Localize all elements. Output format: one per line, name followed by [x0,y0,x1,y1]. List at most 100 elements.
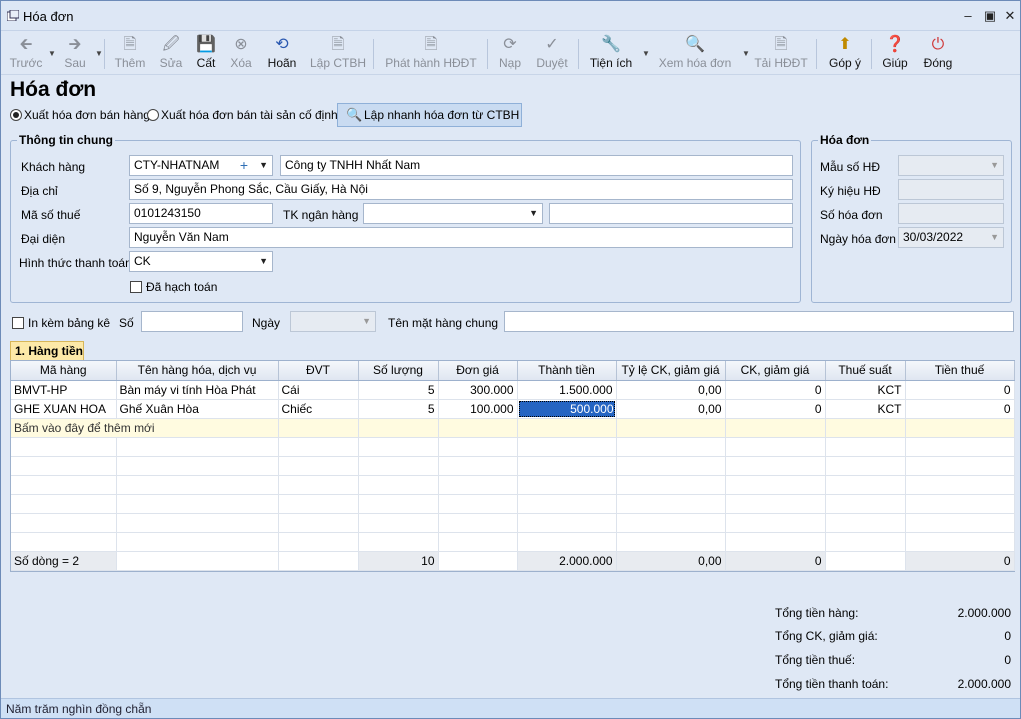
total-payment-value: 2.000.000 [957,677,1011,691]
customer-code-field[interactable]: CTY-NHATNAM + ▼ [129,155,273,176]
symbol-field[interactable] [898,179,1004,200]
next-dropdown-icon[interactable]: ▼ [95,49,103,58]
col-discount[interactable]: CK, giảm giá [725,361,826,381]
create-sales-voucher-button[interactable]: 🗎 Lập CTBH [309,33,367,73]
cell-discount-rate[interactable]: 0,00 [616,380,726,400]
add-new-hint[interactable]: Bấm vào đây để thêm mới [11,418,279,438]
list-number-field[interactable] [141,311,243,332]
close-button[interactable]: ⏻ Đóng [920,33,956,73]
invoice-legend: Hóa đơn [818,133,872,147]
help-icon: ❓ [885,36,905,53]
payment-method-select[interactable]: CK ▼ [129,251,273,272]
col-unit[interactable]: ĐVT [278,361,359,381]
template-label: Mẫu số HĐ [820,160,881,174]
save-button[interactable]: 💾 Cất [191,33,221,73]
address-field[interactable]: Số 9, Nguyễn Phong Sắc, Cầu Giấy, Hà Nội [129,179,793,200]
maximize-icon[interactable]: ▣ [981,7,999,25]
page-title: Hóa đơn [10,78,97,101]
add-customer-icon[interactable]: + [240,156,248,175]
representative-field[interactable]: Nguyễn Văn Nam [129,227,793,248]
total-discount-value: 0 [1004,629,1011,643]
cell-discount-rate[interactable]: 0,00 [616,399,726,419]
cancel-button[interactable]: ⟲ Hoãn [263,33,301,73]
posted-checkbox[interactable]: Đã hạch toán [130,280,217,294]
chevron-down-icon[interactable]: ▼ [990,228,999,247]
cell-item-code[interactable]: GHE XUAN HOA [11,399,117,419]
title-bar: Hóa đơn – ▣ ✕ [1,1,1020,31]
bank-account-select[interactable]: ▼ [363,203,543,224]
feedback-button[interactable]: ⬆ Góp ý [824,33,866,73]
cell-tax-amount[interactable]: 0 [905,380,1015,400]
next-button[interactable]: 🡲 Sau [58,33,92,73]
cell-amount-selected[interactable]: 500.000 [517,399,617,419]
cell-unit-price[interactable]: 100.000 [438,399,518,419]
table-row[interactable]: BMVT-HP Bàn máy vi tính Hòa Phát Cái 5 3… [11,380,1015,400]
cell-tax-rate[interactable]: KCT [825,399,906,419]
chevron-down-icon[interactable]: ▼ [529,204,538,223]
col-item-code[interactable]: Mã hàng [11,361,117,381]
col-tax-amount[interactable]: Tiền thuế [905,361,1015,381]
col-amount[interactable]: Thành tiền [517,361,617,381]
approve-button[interactable]: ✓ Duyệt [533,33,571,73]
tax-code-field[interactable]: 0101243150 [129,203,273,224]
radio-asset-invoice[interactable]: Xuất hóa đơn bán tài sản cố định [147,108,338,122]
tab-goods-money[interactable]: 1. Hàng tiền [10,341,84,361]
cell-amount[interactable]: 1.500.000 [517,380,617,400]
summary-discount: 0 [725,550,826,571]
quick-create-button[interactable]: 🔍 Lập nhanh hóa đơn từ CTBH [337,103,522,127]
utilities-button[interactable]: 🔧 Tiện ích [587,33,635,73]
col-quantity[interactable]: Số lượng [358,361,439,381]
selected-amount-editor[interactable]: 500.000 [518,400,615,417]
view-invoice-button[interactable]: 🔍 Xem hóa đơn [655,33,735,73]
cell-item-name[interactable]: Ghế Xuân Hòa [116,399,279,419]
chevron-down-icon[interactable]: ▼ [259,252,268,271]
cell-discount[interactable]: 0 [725,380,826,400]
bank-name-field[interactable] [549,203,793,224]
col-unit-price[interactable]: Đơn giá [438,361,518,381]
minimize-icon[interactable]: – [959,7,977,25]
common-item-field[interactable] [504,311,1014,332]
view-dropdown-icon[interactable]: ▼ [742,49,750,58]
prev-button[interactable]: 🡰 Trước [9,33,43,73]
template-select[interactable]: ▼ [898,155,1004,176]
radio-sales-invoice[interactable]: Xuất hóa đơn bán hàng [10,108,150,122]
address-label: Địa chỉ [21,184,58,198]
edit-icon: 🖉 [162,36,180,53]
chevron-down-icon[interactable]: ▼ [259,156,268,175]
add-button[interactable]: 🗎 Thêm [111,33,149,73]
cell-tax-rate[interactable]: KCT [825,380,906,400]
edit-button[interactable]: 🖉 Sửa [153,33,189,73]
col-item-name[interactable]: Tên hàng hóa, dịch vụ [116,361,279,381]
cell-unit[interactable]: Cái [278,380,359,400]
status-bar: Năm trăm nghìn đồng chẵn [1,698,1020,718]
cell-quantity[interactable]: 5 [358,399,439,419]
chevron-down-icon[interactable]: ▼ [362,312,371,331]
customer-name-field[interactable]: Công ty TNHH Nhất Nam [280,155,793,176]
table-row[interactable]: GHE XUAN HOA Ghế Xuân Hòa Chiếc 5 100.00… [11,399,1015,419]
load-button[interactable]: ⟳ Nạp [495,33,525,73]
cell-tax-amount[interactable]: 0 [905,399,1015,419]
cell-unit[interactable]: Chiếc [278,399,359,419]
print-list-checkbox[interactable]: In kèm bảng kê [12,316,110,330]
close-icon[interactable]: ✕ [1001,7,1019,25]
bank-account-label: TK ngân hàng [283,208,359,222]
col-tax-rate[interactable]: Thuế suất [825,361,906,381]
delete-button[interactable]: ⊗ Xóa [225,33,257,73]
publish-einvoice-button[interactable]: 🗎 Phát hành HĐĐT [381,33,481,73]
utilities-dropdown-icon[interactable]: ▼ [642,49,650,58]
cell-quantity[interactable]: 5 [358,380,439,400]
cell-discount[interactable]: 0 [725,399,826,419]
invoice-date-field[interactable]: 30/03/2022 ▼ [898,227,1004,248]
prev-dropdown-icon[interactable]: ▼ [48,49,56,58]
refresh-icon: ⟳ [503,36,517,53]
list-date-field[interactable]: ▼ [290,311,376,332]
help-button[interactable]: ❓ Giúp [879,33,911,73]
col-discount-rate[interactable]: Tỷ lệ CK, giảm giá [616,361,726,381]
invoice-number-field[interactable] [898,203,1004,224]
cell-item-code[interactable]: BMVT-HP [11,380,117,400]
cell-item-name[interactable]: Bàn máy vi tính Hòa Phát [116,380,279,400]
download-einvoice-button[interactable]: 🗎 Tải HĐĐT [751,33,811,73]
chevron-down-icon[interactable]: ▼ [990,156,999,175]
cell-unit-price[interactable]: 300.000 [438,380,518,400]
add-new-row[interactable]: Bấm vào đây để thêm mới [11,418,1015,438]
